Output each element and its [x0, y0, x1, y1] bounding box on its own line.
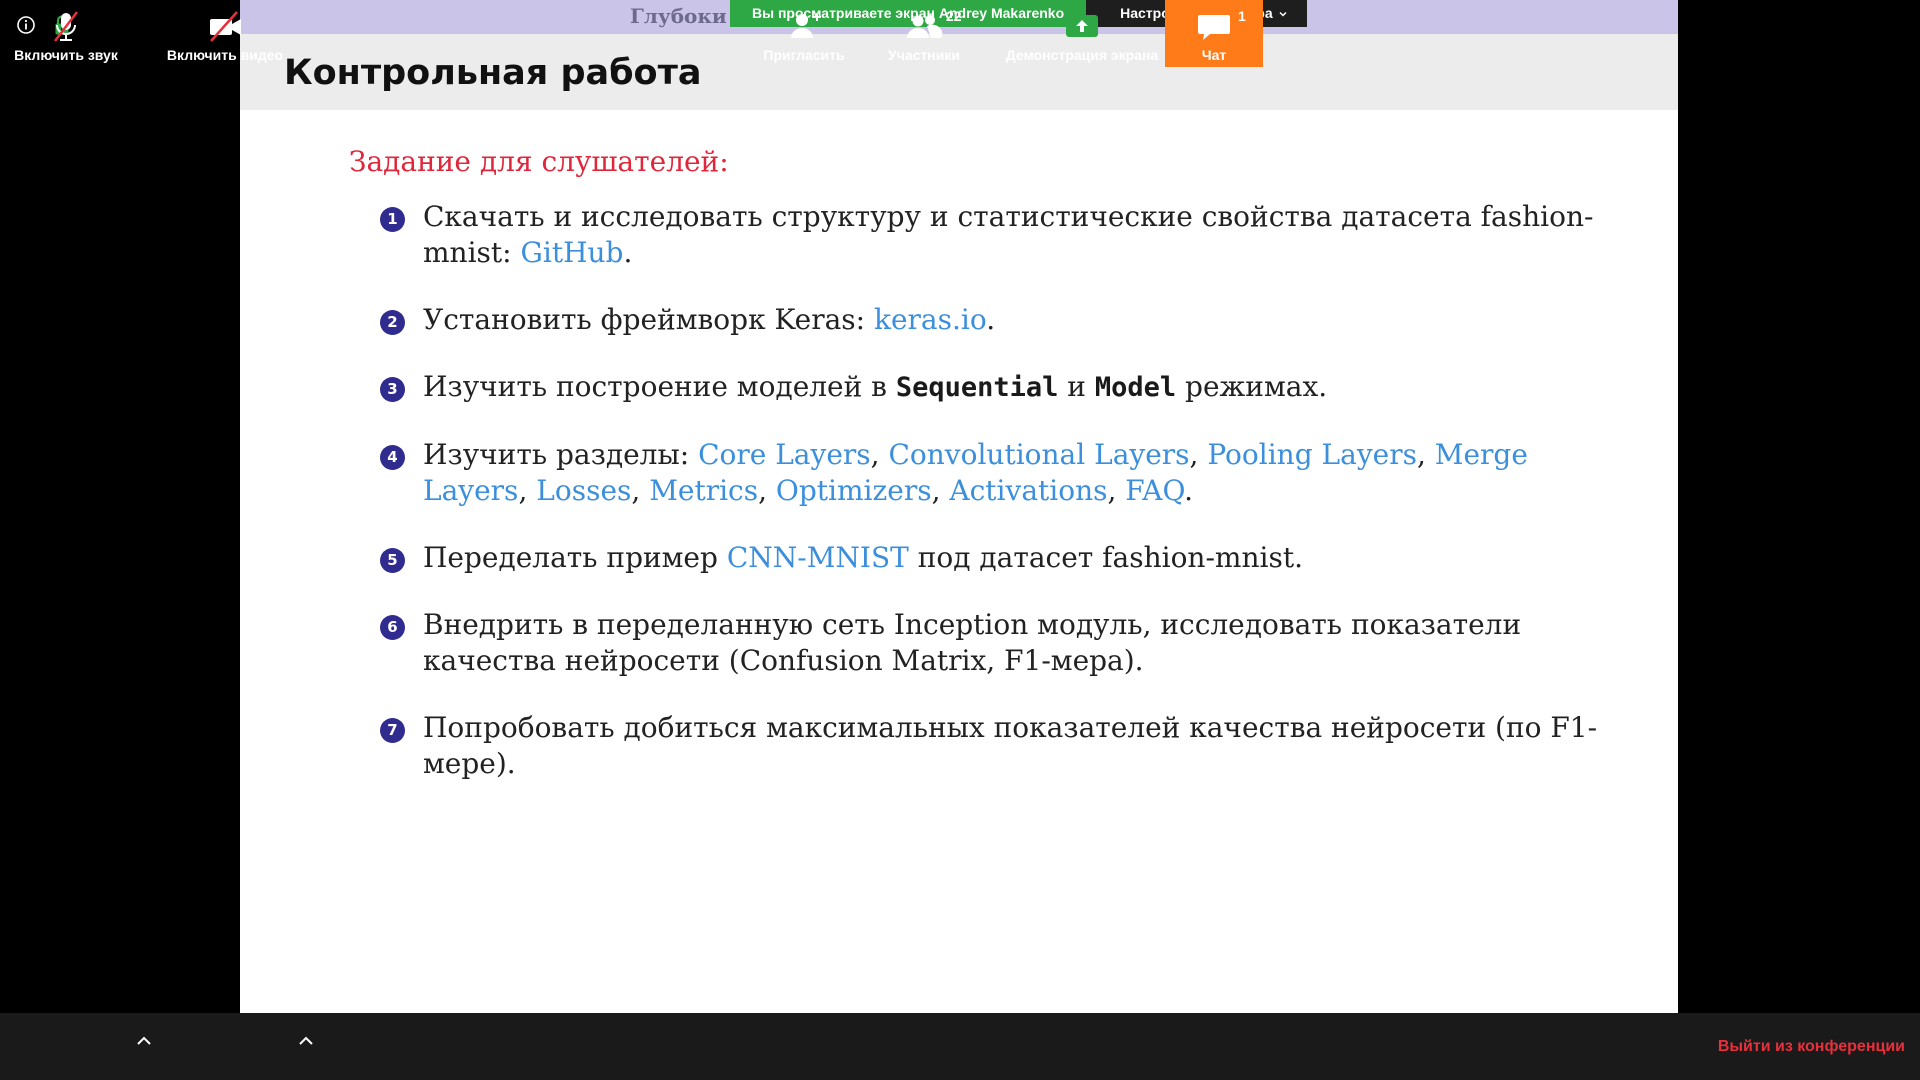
task-text: Попробовать добиться максимальных показа…: [423, 711, 1598, 780]
task-item-6: 6 Внедрить в переделанную сеть Inception…: [380, 607, 1620, 679]
add-person-icon: [791, 13, 821, 38]
link-optimizers[interactable]: Optimizers: [776, 474, 932, 507]
task-number: 3: [380, 377, 405, 402]
task-number: 7: [380, 718, 405, 743]
share-screen-icon: [1066, 15, 1098, 37]
leave-meeting-button[interactable]: Выйти из конференции: [1718, 1038, 1905, 1056]
link-keras-io[interactable]: keras.io: [874, 303, 986, 336]
task-item-2: 2 Установить фреймворк Keras: keras.io.: [380, 302, 1620, 338]
start-video-button[interactable]: Включить видео: [160, 0, 290, 67]
video-camera-off-icon: [210, 11, 241, 42]
task-text: Установить фреймворк Keras: keras.io.: [423, 303, 996, 336]
share-screen-button[interactable]: Демонстрация экрана: [1001, 0, 1163, 67]
task-text: Внедрить в переделанную сеть Inception м…: [423, 608, 1522, 677]
task-heading: Задание для слушателей:: [349, 145, 729, 178]
share-screen-label: Демонстрация экрана: [1005, 47, 1159, 63]
chat-count: 1: [1238, 8, 1246, 24]
audio-options-chevron-up-icon[interactable]: [135, 1034, 153, 1048]
code-model: Model: [1094, 372, 1177, 403]
task-text: Переделать пример CNN-MNIST под датасет …: [423, 541, 1303, 574]
link-core-layers[interactable]: Core Layers: [698, 438, 871, 471]
link-pooling-layers[interactable]: Pooling Layers: [1207, 438, 1417, 471]
participants-button[interactable]: Участники 22: [878, 0, 970, 67]
chevron-down-icon: [1279, 11, 1287, 17]
task-number: 6: [380, 615, 405, 640]
task-item-1: 1 Скачать и исследовать структуру и стат…: [380, 199, 1620, 271]
task-text: Изучить разделы: Core Layers, Convolutio…: [423, 438, 1528, 507]
task-item-4: 4 Изучить разделы: Core Layers, Convolut…: [380, 437, 1620, 509]
chat-button[interactable]: Чат 1: [1165, 0, 1263, 67]
task-item-7: 7 Попробовать добиться максимальных пока…: [380, 710, 1620, 782]
link-metrics[interactable]: Metrics: [649, 474, 758, 507]
shared-slide: Глубоки Контрольная работа Задание для с…: [240, 0, 1678, 1013]
invite-label: Пригласить: [763, 47, 845, 63]
task-number: 1: [380, 207, 405, 232]
task-item-5: 5 Переделать пример CNN-MNIST под датасе…: [380, 540, 1620, 576]
invite-button[interactable]: Пригласить: [758, 0, 850, 67]
link-losses[interactable]: Losses: [536, 474, 631, 507]
task-list: 1 Скачать и исследовать структуру и стат…: [380, 199, 1620, 813]
task-text: Скачать и исследовать структуру и статис…: [423, 200, 1594, 269]
link-convolutional-layers[interactable]: Convolutional Layers: [888, 438, 1189, 471]
task-number: 2: [380, 310, 405, 335]
unmute-label: Включить звук: [14, 47, 118, 63]
task-item-3: 3 Изучить построение моделей в Sequentia…: [380, 369, 1620, 406]
participants-label: Участники: [888, 47, 960, 63]
link-activations[interactable]: Activations: [949, 474, 1107, 507]
microphone-muted-icon: [54, 11, 78, 42]
video-options-chevron-up-icon[interactable]: [297, 1034, 315, 1048]
task-number: 5: [380, 548, 405, 573]
chat-label: Чат: [1201, 47, 1227, 63]
slide-topic: Глубоки: [630, 4, 727, 28]
unmute-button[interactable]: Включить звук: [6, 0, 126, 67]
link-faq[interactable]: FAQ: [1125, 474, 1184, 507]
task-number: 4: [380, 445, 405, 470]
task-text: Изучить построение моделей в Sequential …: [423, 370, 1328, 403]
code-sequential: Sequential: [895, 372, 1059, 403]
participants-count: 22: [946, 8, 962, 24]
participants-icon: [907, 15, 943, 38]
slide-title: Контрольная работа: [284, 53, 702, 93]
start-video-label: Включить видео: [166, 47, 284, 63]
chat-bubble-icon: [1198, 15, 1230, 40]
meeting-toolbar: [0, 1013, 1920, 1080]
link-cnn-mnist[interactable]: CNN-MNIST: [727, 541, 909, 574]
link-github[interactable]: GitHub: [521, 236, 624, 269]
